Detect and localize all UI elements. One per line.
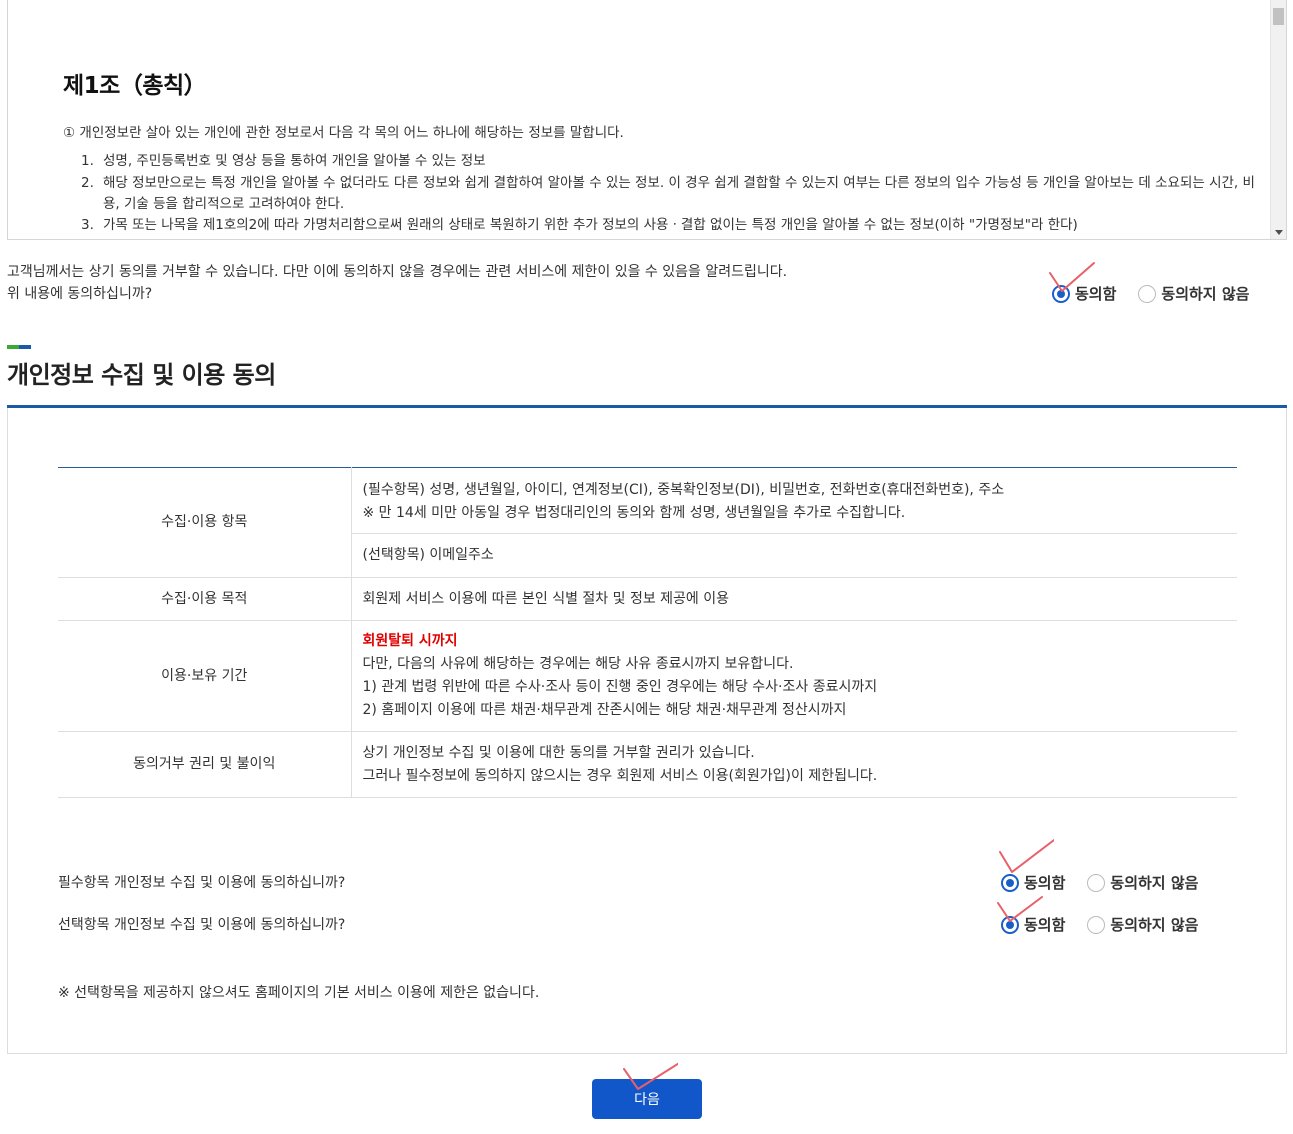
accent-bar-green <box>7 345 19 349</box>
table-cell: (필수항목) 성명, 생년월일, 아이디, 연계정보(CI), 중복확인정보(D… <box>351 467 1237 534</box>
radio-checked-icon[interactable] <box>1001 873 1019 892</box>
list-item: 2. 해당 정보만으로는 특정 개인을 알아볼 수 없더라도 다른 정보와 쉽게 … <box>81 175 1255 212</box>
privacy-consent-panel: 수집·이용 항목 (필수항목) 성명, 생년월일, 아이디, 연계정보(CI),… <box>7 408 1287 1054</box>
optional-note: ※ 선택항목을 제공하지 않으셔도 홈페이지의 기본 서비스 이용에 제한은 없… <box>58 985 540 1001</box>
table-cell: (선택항목) 이메일주소 <box>351 533 1237 578</box>
required-agree-radio[interactable]: 동의함 <box>1001 872 1065 893</box>
consent-line-1: 고객님께서는 상기 동의를 거부할 수 있습니다. 다만 이에 동의하지 않을 … <box>7 264 788 280</box>
terms-title: 제1조（총칙） <box>63 73 207 99</box>
table-header-cell: 수집·이용 목적 <box>58 577 352 621</box>
required-radio-group: 동의함 동의하지 않음 <box>1001 872 1198 893</box>
table-header-cell: 이용·보유 기간 <box>58 620 352 732</box>
accent-bar-blue <box>19 345 31 349</box>
table-header-cell: 수집·이용 항목 <box>58 467 352 578</box>
list-item: 1. 성명, 주민등록번호 및 영상 등을 통하여 개인을 알아볼 수 있는 정보 <box>81 153 486 169</box>
consent-line-2: 위 내용에 동의하십니까? <box>7 286 153 302</box>
next-button[interactable]: 다음 <box>592 1079 702 1119</box>
required-consent-question: 필수항목 개인정보 수집 및 이용에 동의하십니까? <box>58 875 346 891</box>
consent1-agree-radio[interactable]: 동의함 <box>1052 283 1116 304</box>
privacy-info-table: 수집·이용 항목 (필수항목) 성명, 생년월일, 아이디, 연계정보(CI),… <box>58 467 1237 798</box>
optional-agree-radio[interactable]: 동의함 <box>1001 914 1065 935</box>
table-row: 수집·이용 항목 (필수항목) 성명, 생년월일, 아이디, 연계정보(CI),… <box>58 467 1237 578</box>
section-accent-bar <box>7 345 31 349</box>
radio-empty-icon[interactable] <box>1087 873 1106 892</box>
radio-empty-icon[interactable] <box>1138 284 1157 303</box>
retention-highlight: 회원탈퇴 시까지 <box>362 633 458 649</box>
terms-intro: ① 개인정보란 살아 있는 개인에 관한 정보로서 다음 각 목의 어느 하나에… <box>63 125 624 141</box>
table-header-cell: 동의거부 권리 및 불이익 <box>58 731 352 798</box>
table-row: 이용·보유 기간 회원탈퇴 시까지 다만, 다음의 사유에 해당하는 경우에는 … <box>58 620 1237 732</box>
terms-list: 1. 성명, 주민등록번호 및 영상 등을 통하여 개인을 알아볼 수 있는 정보… <box>81 151 1256 237</box>
table-row: 동의거부 권리 및 불이익 상기 개인정보 수집 및 이용에 대한 동의를 거부… <box>58 731 1237 798</box>
terms-scroll-box[interactable]: 제1조（총칙） ① 개인정보란 살아 있는 개인에 관한 정보로서 다음 각 목… <box>7 0 1287 240</box>
table-cell: 회원탈퇴 시까지 다만, 다음의 사유에 해당하는 경우에는 해당 사유 종료시… <box>351 620 1237 732</box>
radio-checked-icon[interactable] <box>1001 915 1019 934</box>
scrollbar[interactable] <box>1270 0 1286 239</box>
consent-notice: 고객님께서는 상기 동의를 거부할 수 있습니다. 다만 이에 동의하지 않을 … <box>7 261 787 305</box>
table-row: 수집·이용 목적 회원제 서비스 이용에 따른 본인 식별 절차 및 정보 제공… <box>58 577 1237 621</box>
list-item: 3. 가목 또는 나목을 제1호의2에 따라 가명처리함으로써 원래의 상태로 복… <box>81 217 1078 233</box>
scroll-down-arrow-icon[interactable] <box>1275 230 1283 235</box>
optional-consent-question: 선택항목 개인정보 수집 및 이용에 동의하십니까? <box>58 917 346 933</box>
table-cell: 회원제 서비스 이용에 따른 본인 식별 절차 및 정보 제공에 이용 <box>351 577 1237 621</box>
optional-radio-group: 동의함 동의하지 않음 <box>1001 914 1198 935</box>
scroll-thumb[interactable] <box>1273 8 1284 25</box>
table-cell: 상기 개인정보 수집 및 이용에 대한 동의를 거부할 권리가 있습니다. 그러… <box>351 731 1237 798</box>
radio-empty-icon[interactable] <box>1087 915 1106 934</box>
required-disagree-radio[interactable]: 동의하지 않음 <box>1087 872 1198 893</box>
optional-disagree-radio[interactable]: 동의하지 않음 <box>1087 914 1198 935</box>
consent1-disagree-radio[interactable]: 동의하지 않음 <box>1138 283 1249 304</box>
radio-checked-icon[interactable] <box>1052 284 1070 303</box>
section-title: 개인정보 수집 및 이용 동의 <box>7 361 276 389</box>
consent1-radio-group: 동의함 동의하지 않음 <box>1052 283 1249 304</box>
